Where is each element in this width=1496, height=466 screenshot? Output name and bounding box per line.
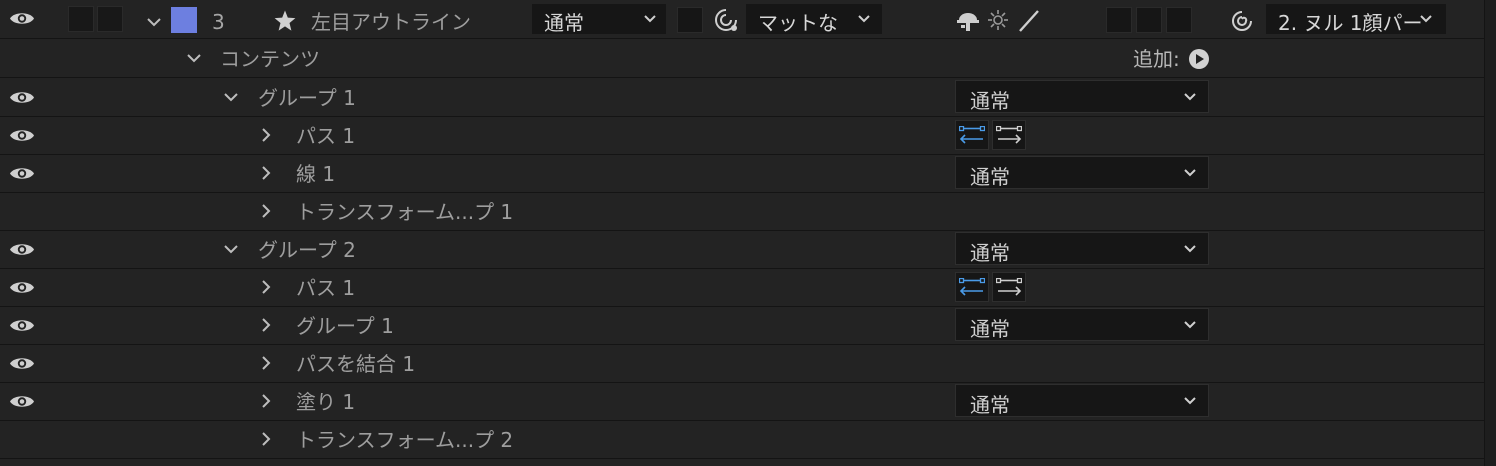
chevron-right-icon[interactable] [256,125,276,145]
property-row[interactable]: パス 1 [0,269,1484,307]
parent-pickwhip-icon[interactable] [1230,9,1254,33]
blend-mode-dropdown[interactable]: 通常 [955,308,1209,341]
layer-number: 3 [212,10,225,34]
row-label: 線 1 [296,162,336,186]
blend-mode-dropdown[interactable]: 通常 [532,4,666,35]
track-matte-pickwhip-icon[interactable] [713,7,739,33]
row-label: 塗り 1 [296,390,356,414]
blend-mode-value: 通常 [970,165,1010,189]
eye-icon[interactable] [9,241,35,258]
blend-mode-value: 通常 [544,11,584,35]
track-matte-dropdown[interactable]: マットな [746,4,882,35]
row-label: パス 1 [296,276,356,300]
eye-icon[interactable] [9,165,35,182]
blend-mode-value: 通常 [970,317,1010,341]
normal-path-icon [996,126,1022,144]
property-row[interactable]: トランスフォーム...プ 2 [0,421,1484,459]
blend-mode-dropdown[interactable]: 通常 [955,232,1209,265]
preserve-transparency-toggle[interactable] [677,7,703,33]
path-direction-reverse-button[interactable] [955,120,989,150]
solo-toggle[interactable] [97,6,123,32]
quality-icon[interactable] [1017,9,1041,33]
row-label: トランスフォーム...プ 1 [296,200,514,224]
3d-layer-toggle[interactable] [1166,7,1192,33]
property-row[interactable]: グループ 2 通常 [0,231,1484,269]
eye-icon[interactable] [9,355,35,372]
chevron-right-icon[interactable] [256,277,276,297]
row-label: グループ 1 [258,86,356,110]
row-label: グループ 1 [296,314,394,338]
chevron-down-icon [1184,93,1196,101]
chevron-down-icon[interactable] [144,12,164,32]
row-label: グループ 2 [258,238,356,262]
blend-mode-value: 通常 [970,393,1010,417]
track-matte-value: マットな [758,11,838,35]
row-label: パスを結合 1 [296,352,416,376]
chevron-down-icon [1184,397,1196,405]
layer-name[interactable]: 左目アウトライン [311,10,471,34]
chevron-right-icon[interactable] [256,353,276,373]
vertical-scrollbar[interactable] [1484,0,1496,466]
row-label: パス 1 [296,124,356,148]
property-row[interactable]: トランスフォーム...プ 1 [0,193,1484,231]
audio-toggle[interactable] [68,6,94,32]
reverse-path-icon [959,278,985,296]
eye-icon[interactable] [9,10,35,27]
chevron-down-icon[interactable] [184,48,204,68]
chevron-down-icon [1184,245,1196,253]
chevron-down-icon [1184,169,1196,177]
chevron-down-icon [858,15,870,23]
add-play-icon[interactable] [1188,48,1210,70]
blend-mode-value: 通常 [970,89,1010,113]
chevron-right-icon[interactable] [256,315,276,335]
parent-value: 2. ヌル 1顔パー [1278,11,1423,35]
eye-icon[interactable] [9,393,35,410]
chevron-down-icon [644,15,656,23]
path-direction-reverse-button[interactable] [955,272,989,302]
chevron-right-icon[interactable] [256,391,276,411]
property-row[interactable]: 塗り 1 通常 [0,383,1484,421]
contents-label: コンテンツ [220,47,320,71]
chevron-right-icon[interactable] [256,429,276,449]
adjustment-layer-toggle[interactable] [1136,7,1162,33]
property-row[interactable]: グループ 1 通常 [0,79,1484,117]
star-icon [274,10,296,31]
chevron-right-icon[interactable] [256,163,276,183]
property-row[interactable]: 線 1 通常 [0,155,1484,193]
chevron-down-icon [1184,321,1196,329]
property-row[interactable]: パス 1 [0,117,1484,155]
chevron-right-icon[interactable] [256,201,276,221]
property-row[interactable]: パスを結合 1 [0,345,1484,383]
blend-mode-dropdown[interactable]: 通常 [955,384,1209,417]
row-label: トランスフォーム...プ 2 [296,428,514,452]
eye-icon[interactable] [9,89,35,106]
blend-mode-dropdown[interactable]: 通常 [955,80,1209,113]
parent-dropdown[interactable]: 2. ヌル 1顔パー [1266,4,1446,35]
normal-path-icon [996,278,1022,296]
shy-icon[interactable] [955,9,981,33]
eye-icon[interactable] [9,279,35,296]
collapse-transform-icon[interactable] [987,9,1009,31]
reverse-path-icon [959,126,985,144]
chevron-down-icon[interactable] [221,239,241,259]
eye-icon[interactable] [9,317,35,334]
blend-mode-dropdown[interactable]: 通常 [955,156,1209,189]
blend-mode-value: 通常 [970,241,1010,265]
property-row[interactable]: グループ 1 通常 [0,307,1484,345]
eye-icon[interactable] [9,127,35,144]
label-color-swatch[interactable] [171,7,197,33]
path-direction-normal-button[interactable] [992,272,1026,302]
chevron-down-icon[interactable] [221,87,241,107]
timeline-layer-panel: 3 左目アウトライン 通常 マットな 2. ヌル 1顔パー コンテンツ 追加: [0,0,1496,466]
motion-blur-toggle[interactable] [1106,7,1132,33]
contents-row[interactable]: コンテンツ 追加: [0,40,1484,78]
layer-row[interactable]: 3 左目アウトライン 通常 マットな 2. ヌル 1顔パー [0,0,1484,39]
add-label: 追加: [1133,47,1180,71]
path-direction-normal-button[interactable] [992,120,1026,150]
chevron-down-icon [1420,15,1432,23]
